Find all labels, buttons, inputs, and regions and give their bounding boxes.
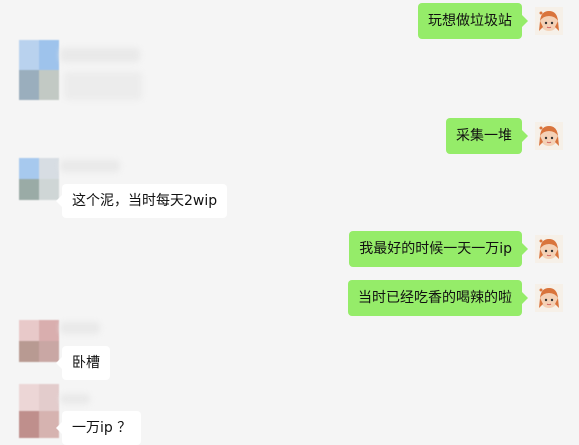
redacted-message: [64, 72, 142, 100]
message-text: 玩想做垃圾站: [428, 13, 512, 29]
name-blur: [60, 322, 100, 334]
message-text: 当时已经吃香的喝辣的啦: [358, 290, 512, 306]
message-bubble-self[interactable]: 采集一堆: [446, 118, 528, 154]
message-text: 采集一堆: [456, 128, 512, 144]
other-avatar-icon[interactable]: [19, 384, 59, 438]
message-text: 卧槽: [72, 355, 100, 371]
self-avatar-icon[interactable]: [535, 235, 563, 263]
message-bubble-other[interactable]: 卧槽: [56, 346, 110, 380]
message-bubble-self[interactable]: 我最好的时候一天一万ip: [349, 231, 528, 267]
name-blur: [60, 394, 90, 404]
message-bubble-other[interactable]: 这个泥，当时每天2wip: [55, 184, 228, 218]
message-text: 这个泥，当时每天2wip: [72, 193, 218, 209]
name-blur: [60, 160, 120, 172]
message-bubble-other[interactable]: 一万ip ？: [55, 411, 142, 445]
message-bubble-self[interactable]: 玩想做垃圾站: [418, 3, 528, 39]
self-avatar-icon[interactable]: [535, 7, 563, 35]
self-avatar-icon[interactable]: [535, 284, 563, 312]
message-text: 我最好的时候一天一万ip: [359, 241, 512, 257]
message-bubble-self[interactable]: 当时已经吃香的喝辣的啦: [348, 280, 528, 316]
self-avatar-icon[interactable]: [535, 122, 563, 150]
other-avatar-icon[interactable]: [19, 40, 59, 100]
other-avatar-icon[interactable]: [19, 158, 59, 200]
name-blur: [60, 48, 140, 62]
other-avatar-icon[interactable]: [19, 320, 59, 362]
message-text: 一万ip ？: [72, 420, 132, 436]
